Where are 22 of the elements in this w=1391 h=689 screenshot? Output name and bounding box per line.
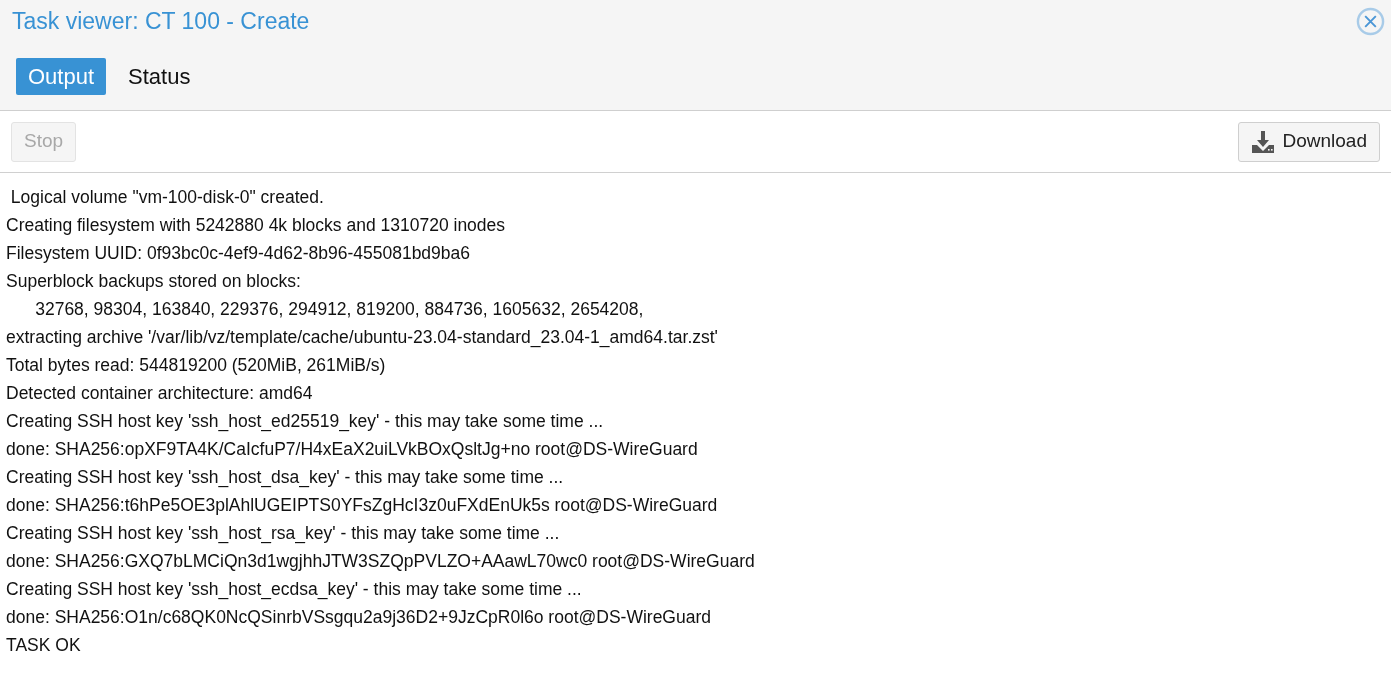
log-line: Total bytes read: 544819200 (520MiB, 261MiB/s) (6, 354, 387, 377)
log-line: Detected container architecture: amd64 (6, 382, 314, 405)
close-icon[interactable] (1356, 6, 1385, 36)
log-line: Creating SSH host key 'ssh_host_ed25519_key' - this may take some time ... (6, 410, 605, 434)
log-line: done: SHA256:GXQ7bLMCiQn3d1wgjhhJTW3SZQpPVLZO+AAawL70wc0 root@DS-WireGuard (6, 550, 756, 573)
log-line: extracting archive '/var/lib/vz/template/cache/ubuntu-23.04-standard_23.04-1_amd64.tar.zst' (6, 326, 719, 350)
log-line: done: SHA256:t6hPe5OE3plAhlUGEIPTS0YFsZgHcI3z0uFXdEnUk5s root@DS-WireGuard (6, 494, 719, 517)
window-title: Task viewer: CT 100 - Create (12, 6, 310, 36)
log-line: TASK OK (6, 634, 82, 657)
tab[interactable]: Status (116, 57, 203, 95)
log-line: Creating SSH host key 'ssh_host_ecdsa_key' - this may take some time ... (6, 578, 583, 602)
log-line: Creating filesystem with 5242880 4k blocks and 1310720 inodes (6, 214, 507, 237)
log-line: done: SHA256:opXF9TA4K/CaIcfuP7/H4xEaX2uiLVkBOxQsltJg+no root@DS-WireGuard (6, 438, 699, 461)
log-line: Superblock backups stored on blocks: (6, 270, 302, 293)
log-line: 32768, 98304, 163840, 229376, 294912, 819200, 884736, 1605632, 2654208, (34, 298, 645, 321)
log-line: done: SHA256:O1n/c68QK0NcQSinrbVSsgqu2a9j36D2+9JzCpR0l6o root@DS-WireGuard (6, 606, 712, 629)
log-line: Filesystem UUID: 0f93bc0c-4ef9-4d62-8b96-455081bd9ba6 (6, 242, 472, 265)
download-icon (1250, 129, 1275, 154)
log-line: Logical volume "vm-100-disk-0" created. (9, 186, 325, 209)
download-button[interactable]: Download (1237, 121, 1380, 162)
log-line: Creating SSH host key 'ssh_host_dsa_key' - this may take some time ... (6, 466, 565, 490)
log-line: Creating SSH host key 'ssh_host_rsa_key' - this may take some time ... (6, 522, 561, 546)
